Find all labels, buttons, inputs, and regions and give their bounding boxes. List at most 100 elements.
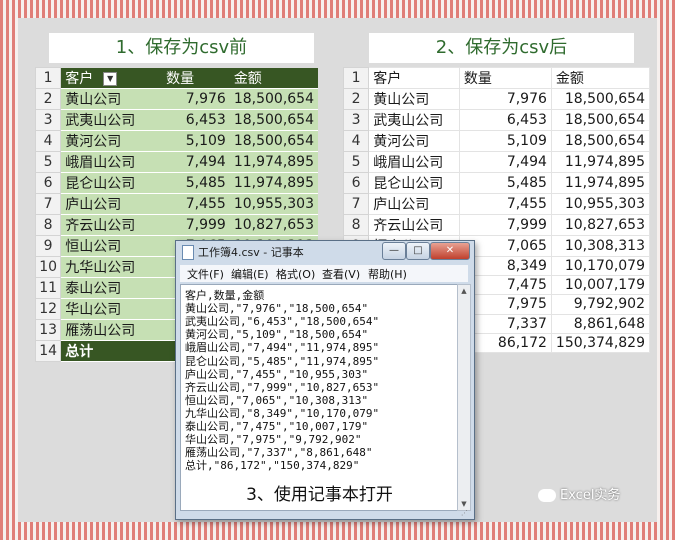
amount-cell[interactable]: 18,500,654 — [229, 109, 318, 131]
row-number[interactable]: 7 — [342, 193, 370, 215]
menu-format[interactable]: 格式(O) — [276, 266, 315, 282]
quantity-cell[interactable]: 6,453 — [162, 109, 230, 131]
amount-cell[interactable]: 10,955,303 — [550, 193, 651, 215]
row-number[interactable]: 5 — [342, 151, 370, 173]
row-number[interactable]: 6 — [34, 171, 62, 194]
close-button[interactable]: ✕ — [430, 242, 470, 260]
quantity-cell[interactable]: 6,453 — [458, 109, 552, 131]
customer-cell[interactable]: 庐山公司 — [60, 193, 163, 215]
customer-cell[interactable]: 黄河公司 — [368, 130, 460, 152]
customer-cell[interactable]: 黄山公司 — [368, 88, 460, 110]
row-number[interactable]: 8 — [342, 214, 370, 236]
row-number[interactable]: 6 — [342, 172, 370, 194]
row-number[interactable]: 2 — [34, 87, 62, 110]
amount-cell[interactable]: 18,500,654 — [550, 130, 651, 152]
quantity-cell[interactable]: 7,455 — [458, 193, 552, 215]
quantity-cell[interactable]: 数量 — [458, 67, 552, 89]
row-number[interactable]: 1 — [342, 67, 370, 89]
customer-cell[interactable]: 昆仑山公司 — [368, 172, 460, 194]
scroll-up-icon[interactable]: ▲ — [458, 285, 470, 297]
amount-cell[interactable]: 10,308,313 — [550, 235, 651, 257]
row-number[interactable]: 10 — [34, 255, 62, 278]
menu-file[interactable]: 文件(F) — [187, 266, 224, 282]
notepad-titlebar[interactable]: 工作簿4.csv - 记事本 — □ ✕ — [176, 241, 474, 263]
customer-cell[interactable]: 武夷山公司 — [60, 109, 163, 131]
row-number[interactable]: 4 — [342, 130, 370, 152]
row-number[interactable]: 3 — [34, 108, 62, 131]
vertical-scrollbar[interactable]: ▲ ▼ — [457, 284, 471, 511]
row-number[interactable]: 12 — [34, 297, 62, 320]
quantity-cell[interactable]: 7,999 — [162, 214, 230, 236]
quantity-cell[interactable]: 7,494 — [458, 151, 552, 173]
cell-text: 齐云山公司 — [373, 218, 444, 234]
customer-cell[interactable]: 雁荡山公司 — [60, 319, 163, 341]
customer-cell[interactable]: 恒山公司 — [60, 235, 163, 257]
quantity-cell[interactable]: 5,109 — [458, 130, 552, 152]
row-number[interactable]: 2 — [342, 88, 370, 110]
amount-cell[interactable]: 8,861,648 — [550, 313, 651, 334]
amount-cell[interactable]: 金额 — [229, 67, 318, 89]
notepad-window[interactable]: 工作簿4.csv - 记事本 — □ ✕ 文件(F) 编辑(E) 格式(O) 查… — [175, 240, 475, 520]
row-number[interactable]: 4 — [34, 129, 62, 152]
menu-help[interactable]: 帮助(H) — [368, 266, 407, 282]
amount-cell[interactable]: 18,500,654 — [550, 88, 651, 110]
amount-cell[interactable]: 10,170,079 — [550, 255, 651, 277]
customer-cell[interactable]: 峨眉山公司 — [60, 151, 163, 173]
amount-cell[interactable]: 11,974,895 — [550, 172, 651, 194]
cell-text: 86,172 — [497, 334, 547, 351]
amount-cell[interactable]: 10,827,653 — [229, 214, 318, 236]
maximize-button[interactable]: □ — [406, 242, 430, 260]
quantity-cell[interactable]: 5,485 — [458, 172, 552, 194]
customer-cell[interactable]: 客户 ▼ — [60, 67, 163, 89]
row-number[interactable]: 7 — [34, 192, 62, 215]
row-number[interactable]: 13 — [34, 318, 62, 341]
row-number[interactable]: 9 — [34, 234, 62, 257]
resize-grip-icon[interactable]: ⋰ — [461, 509, 471, 517]
amount-cell[interactable]: 10,007,179 — [550, 275, 651, 296]
amount-cell[interactable]: 金额 — [550, 67, 651, 89]
amount-cell[interactable]: 9,792,902 — [550, 294, 651, 315]
row-number[interactable]: 8 — [34, 213, 62, 236]
row-number[interactable]: 11 — [34, 276, 62, 299]
cell-text: 7,975 — [506, 296, 547, 313]
quantity-cell[interactable]: 7,976 — [458, 88, 552, 110]
customer-cell[interactable]: 黄河公司 — [60, 130, 163, 152]
customer-cell[interactable]: 华山公司 — [60, 298, 163, 320]
amount-cell[interactable]: 18,500,654 — [229, 130, 318, 152]
quantity-cell[interactable]: 7,494 — [162, 151, 230, 173]
quantity-cell[interactable]: 5,485 — [162, 172, 230, 194]
row-number[interactable]: 3 — [342, 109, 370, 131]
customer-cell[interactable]: 齐云山公司 — [60, 214, 163, 236]
customer-cell[interactable]: 齐云山公司 — [368, 214, 460, 236]
customer-cell[interactable]: 峨眉山公司 — [368, 151, 460, 173]
notepad-text-area[interactable]: 3、使用记事本打开 客户,数量,金额 黄山公司,"7,976","18,500,6… — [180, 284, 459, 511]
amount-cell[interactable]: 18,500,654 — [550, 109, 651, 131]
filter-dropdown-icon[interactable]: ▼ — [103, 71, 118, 86]
amount-cell[interactable]: 11,974,895 — [550, 151, 651, 173]
amount-cell[interactable]: 150,374,829 — [550, 332, 651, 353]
minimize-button[interactable]: — — [382, 242, 406, 260]
customer-cell[interactable]: 泰山公司 — [60, 277, 163, 299]
amount-cell[interactable]: 10,827,653 — [550, 214, 651, 236]
customer-cell[interactable]: 昆仑山公司 — [60, 172, 163, 194]
amount-cell[interactable]: 18,500,654 — [229, 88, 318, 110]
customer-cell[interactable]: 九华山公司 — [60, 256, 163, 278]
amount-cell[interactable]: 11,974,895 — [229, 172, 318, 194]
quantity-cell[interactable]: 7,455 — [162, 193, 230, 215]
menu-view[interactable]: 查看(V) — [322, 266, 360, 282]
customer-cell[interactable]: 武夷山公司 — [368, 109, 460, 131]
menu-edit[interactable]: 编辑(E) — [231, 266, 269, 282]
customer-cell[interactable]: 黄山公司 — [60, 88, 163, 110]
row-number[interactable]: 14 — [34, 339, 62, 362]
row-number[interactable]: 5 — [34, 150, 62, 173]
quantity-cell[interactable]: 5,109 — [162, 130, 230, 152]
amount-cell[interactable]: 10,955,303 — [229, 193, 318, 215]
customer-cell[interactable]: 客户 — [368, 67, 460, 89]
quantity-cell[interactable]: 7,999 — [458, 214, 552, 236]
row-number[interactable]: 1 — [34, 67, 62, 89]
customer-cell[interactable]: 总计 — [60, 340, 163, 362]
amount-cell[interactable]: 11,974,895 — [229, 151, 318, 173]
customer-cell[interactable]: 庐山公司 — [368, 193, 460, 215]
quantity-cell[interactable]: 数量 — [162, 67, 230, 89]
quantity-cell[interactable]: 7,976 — [162, 88, 230, 110]
